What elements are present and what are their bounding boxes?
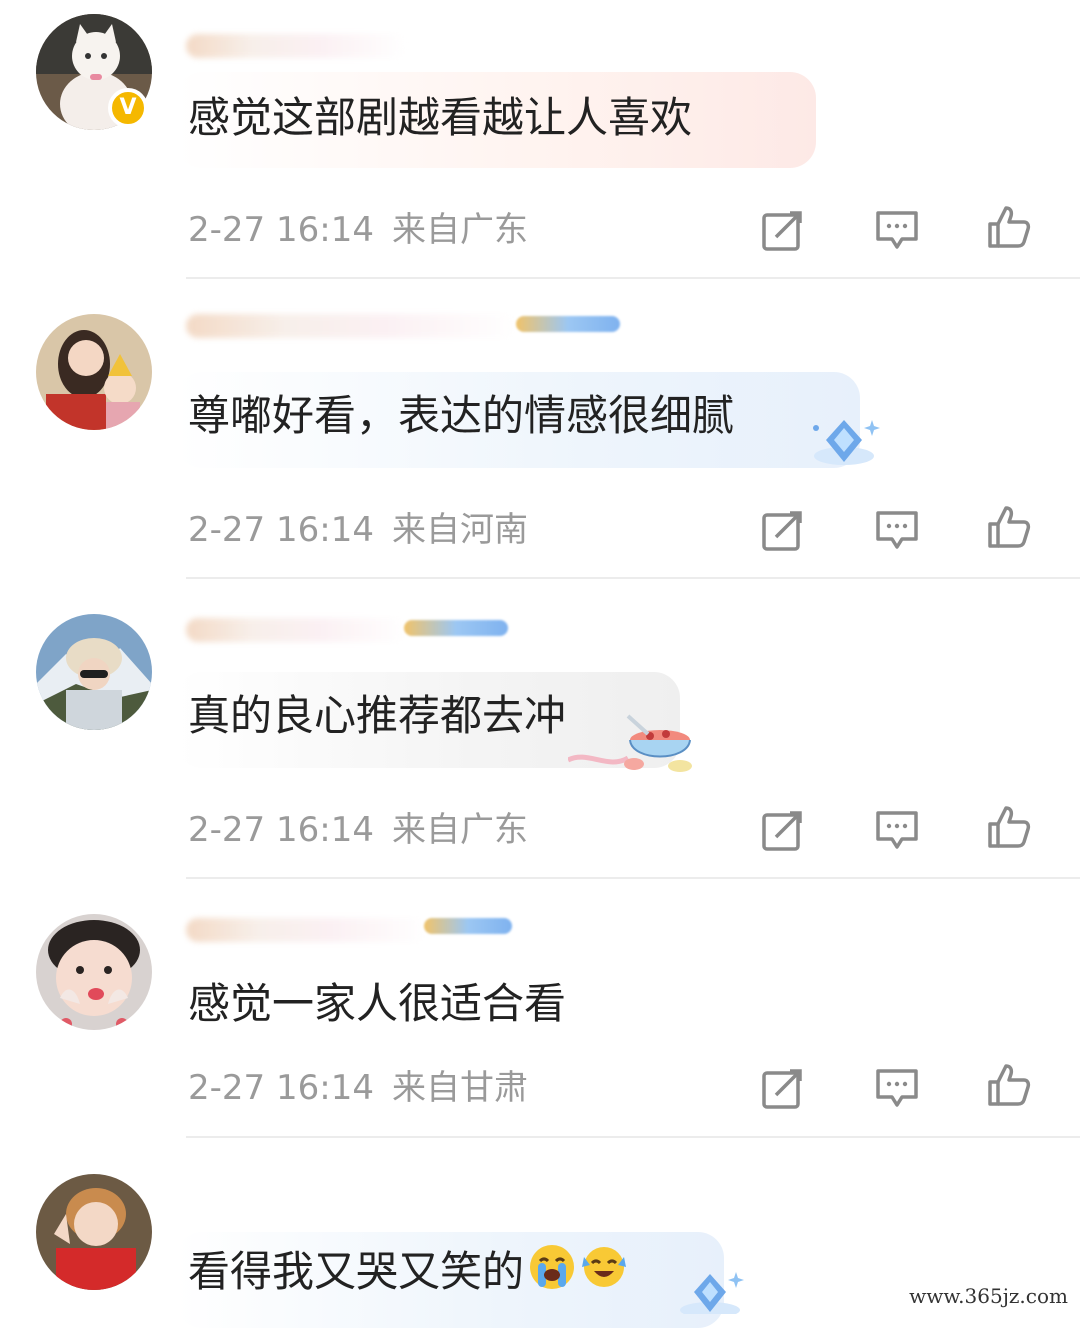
divider xyxy=(186,1136,1080,1138)
avatar[interactable] xyxy=(36,614,152,730)
repost-icon xyxy=(762,511,802,551)
avatar[interactable] xyxy=(36,1174,152,1290)
comment-meta: 2-27 16:14 来自广东 xyxy=(188,808,528,852)
comment-icon xyxy=(876,811,918,849)
comment-time: 2-27 16:14 xyxy=(188,510,374,550)
comment-icon xyxy=(876,511,918,549)
comment-text: 感觉一家人很适合看 xyxy=(188,979,567,1028)
loudly-crying-face-icon xyxy=(528,1243,576,1307)
comment-text: 看得我又哭又笑的 xyxy=(188,1242,628,1307)
repost-icon xyxy=(762,211,802,251)
repost-icon xyxy=(762,811,802,851)
divider xyxy=(186,277,1080,279)
comment-button[interactable] xyxy=(874,207,920,253)
tears-of-joy-face-icon xyxy=(580,1243,628,1307)
thumbs-up-icon xyxy=(988,506,1031,548)
thumbs-up-icon xyxy=(988,1064,1031,1106)
member-badge-icon xyxy=(516,316,620,332)
username-blurred[interactable] xyxy=(186,918,426,942)
dessert-bowl-sticker-icon xyxy=(568,710,702,776)
repost-button[interactable] xyxy=(760,507,806,553)
thumbs-up-icon xyxy=(988,206,1031,248)
comment-time: 2-27 16:14 xyxy=(188,1068,374,1108)
comment-button[interactable] xyxy=(874,507,920,553)
comment-text: 感觉这部剧越看越让人喜欢 xyxy=(188,93,693,142)
comment-icon xyxy=(876,211,918,249)
comment-location: 来自甘肃 xyxy=(391,1068,528,1108)
member-badge-icon xyxy=(404,620,508,636)
like-button[interactable] xyxy=(986,1062,1032,1108)
repost-button[interactable] xyxy=(760,807,806,853)
divider xyxy=(186,577,1080,579)
comment-button[interactable] xyxy=(874,1065,920,1111)
watermark: www.365jz.com xyxy=(905,1284,1072,1308)
comment-meta: 2-27 16:14 来自甘肃 xyxy=(188,1066,528,1110)
avatar[interactable] xyxy=(36,914,152,1030)
comment-icon xyxy=(876,1069,918,1107)
repost-icon xyxy=(762,1069,802,1109)
comment-time: 2-27 16:14 xyxy=(188,810,374,850)
comment-location: 来自广东 xyxy=(391,210,528,250)
comment-meta: 2-27 16:14 来自广东 xyxy=(188,208,528,252)
like-button[interactable] xyxy=(986,204,1032,250)
username-blurred[interactable] xyxy=(186,34,406,58)
comment-text: 尊嘟好看，表达的情感很细腻 xyxy=(188,391,735,440)
like-button[interactable] xyxy=(986,504,1032,550)
avatar[interactable] xyxy=(36,314,152,430)
divider xyxy=(186,877,1080,879)
repost-button[interactable] xyxy=(760,1065,806,1111)
comment-text: 真的良心推荐都去冲 xyxy=(188,691,567,740)
member-badge-icon xyxy=(424,918,512,934)
thumbs-up-icon xyxy=(988,806,1031,848)
comment-text-content: 看得我又哭又笑的 xyxy=(188,1247,525,1296)
diamond-sticker-icon xyxy=(672,1270,748,1314)
username-blurred[interactable] xyxy=(186,314,516,338)
comment-location: 来自广东 xyxy=(391,810,528,850)
like-button[interactable] xyxy=(986,804,1032,850)
username-blurred[interactable] xyxy=(186,618,406,642)
comment-button[interactable] xyxy=(874,807,920,853)
comment-time: 2-27 16:14 xyxy=(188,210,374,250)
repost-button[interactable] xyxy=(760,207,806,253)
diamond-sticker-icon xyxy=(806,416,882,470)
comment-meta: 2-27 16:14 来自河南 xyxy=(188,508,528,552)
comment-location: 来自河南 xyxy=(391,510,528,550)
verified-badge-icon: V xyxy=(108,88,148,128)
